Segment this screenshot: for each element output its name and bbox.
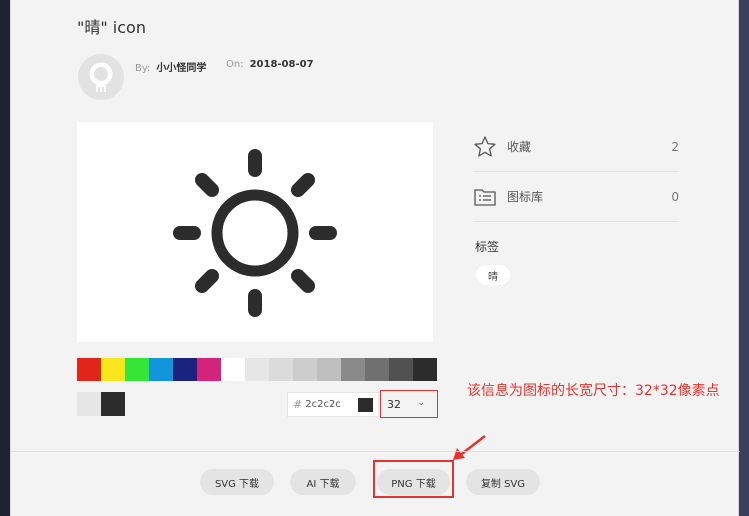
favorite-label: 收藏: [507, 140, 532, 154]
color-swatch[interactable]: [317, 358, 341, 381]
svg-download-button[interactable]: SVG 下载: [200, 469, 274, 495]
publish-date: 2018-08-07: [249, 59, 314, 70]
copy-svg-button[interactable]: 复制 SVG: [466, 469, 540, 495]
page-backdrop-left: [0, 0, 10, 516]
color-swatch[interactable]: [293, 358, 317, 381]
tags-title: 标签: [475, 240, 500, 254]
page-backdrop-right: [739, 0, 749, 516]
size-value: 32: [387, 397, 401, 411]
hex-value: 2c2c2c: [305, 399, 341, 410]
color-swatch[interactable]: [77, 358, 101, 381]
current-color-chip[interactable]: [358, 398, 373, 412]
on-label: On:: [226, 59, 244, 70]
author-meta: By: 小小怪同学: [135, 59, 206, 74]
icon-preview: [77, 122, 433, 342]
color-swatch[interactable]: [197, 358, 221, 381]
size-select[interactable]: 32 ⌄: [380, 390, 438, 418]
author-name[interactable]: 小小怪同学: [156, 63, 206, 74]
folder-list-icon: [474, 188, 496, 206]
annotation-text: 该信息为图标的长宽尺寸：32*32像素点: [467, 383, 720, 399]
color-swatch[interactable]: [413, 358, 437, 381]
color-swatch[interactable]: [245, 358, 269, 381]
color-swatch[interactable]: [341, 358, 365, 381]
download-footer: SVG 下载 AI 下载 PNG 下载 复制 SVG: [11, 451, 740, 516]
color-swatch[interactable]: [365, 358, 389, 381]
icon-title: "晴" icon: [77, 18, 146, 37]
star-icon: [474, 135, 496, 157]
icon-detail-modal: "晴" icon By: 小小怪同学 On: 2018-08-07 # 2c2c…: [10, 0, 740, 516]
date-meta: On: 2018-08-07: [226, 59, 314, 70]
chevron-down-icon: ⌄: [417, 398, 425, 408]
by-label: By:: [135, 63, 151, 74]
color-swatch[interactable]: [389, 358, 413, 381]
favorite-count: 2: [671, 139, 679, 154]
color-hex-input[interactable]: # 2c2c2c: [287, 392, 379, 417]
library-count: 0: [671, 189, 679, 204]
sun-icon: [173, 149, 337, 317]
ai-download-button[interactable]: AI 下载: [290, 469, 356, 495]
stats-panel: 收藏 2 图标库 0: [473, 122, 679, 222]
favorite-row[interactable]: 收藏 2: [473, 122, 679, 172]
library-row[interactable]: 图标库 0: [473, 172, 679, 222]
picked-color-swatch[interactable]: [77, 392, 101, 416]
color-swatch[interactable]: [125, 358, 149, 381]
color-palette: [77, 358, 437, 381]
color-swatch[interactable]: [101, 358, 125, 381]
picked-colors: [77, 392, 125, 416]
color-swatch[interactable]: [221, 358, 245, 381]
color-swatch[interactable]: [173, 358, 197, 381]
hash-symbol: #: [293, 398, 303, 411]
picked-color-swatch[interactable]: [101, 392, 125, 416]
library-label: 图标库: [507, 190, 544, 204]
avatar-robot-icon: [89, 62, 113, 92]
png-download-button[interactable]: PNG 下载: [377, 469, 450, 495]
author-avatar[interactable]: [78, 54, 124, 100]
color-swatch[interactable]: [149, 358, 173, 381]
color-swatch[interactable]: [269, 358, 293, 381]
tag-chip[interactable]: 晴: [476, 265, 510, 285]
